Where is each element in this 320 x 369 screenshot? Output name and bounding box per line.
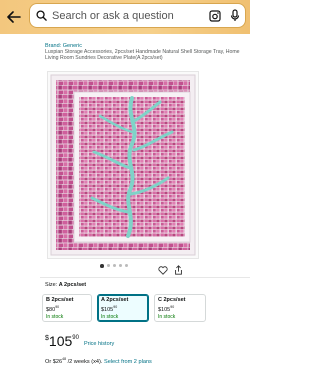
option-stock: In stock [101,313,119,320]
price-history-link[interactable]: Price history [84,341,114,347]
installment-offer: Or $2648 /2 weeks (x4). Select from 2 pl… [45,357,152,365]
carousel-dot[interactable] [100,264,104,268]
carousel-dot[interactable] [124,264,128,267]
product-price: $ 105 90 Price history [45,334,114,348]
size-options: B 2pcs/set $8090 In stock A 2pcs/set $10… [42,294,250,324]
carousel-dot[interactable] [112,264,116,267]
top-bar: Search or ask a question [0,0,250,34]
installment-amount: $2648 [52,357,67,365]
option-price: $10590 [101,305,118,313]
option-price: $8090 [46,305,60,313]
price-whole: 105 [48,333,73,349]
option-name: C 2pcs/set [158,297,186,303]
carousel-dot[interactable] [118,264,122,267]
carousel-dots[interactable] [100,264,128,268]
size-option-a[interactable]: A 2pcs/set $10590 In stock [97,294,149,322]
back-button[interactable] [0,0,28,34]
divider [40,277,250,278]
size-option-b[interactable]: B 2pcs/set $8090 In stock [42,294,92,322]
product-image[interactable] [47,71,199,259]
carousel-dot[interactable] [106,264,110,267]
size-value: A 2pcs/set [58,282,87,288]
option-stock: In stock [46,313,64,320]
top-subline [43,34,250,41]
option-price: $10590 [158,305,175,313]
tray-image [50,74,196,256]
camera-lens-icon[interactable] [205,9,225,22]
search-placeholder: Search or ask a question [52,9,174,22]
option-stock: In stock [158,313,176,320]
search-input[interactable]: Search or ask a question [29,3,246,28]
price-fraction: 90 [72,335,79,341]
product-title: Luxpian Storage Accessories, 2pcs/set Ha… [45,49,240,62]
size-selection: Size: A 2pcs/set [45,282,86,288]
microphone-icon[interactable] [225,9,245,22]
select-plans-link[interactable]: Select from 2 plans [104,359,152,365]
size-option-c[interactable]: C 2pcs/set $10590 In stock [154,294,206,322]
option-name: B 2pcs/set [46,297,74,303]
option-name: A 2pcs/set [101,297,129,303]
search-icon [30,10,52,21]
size-label: Size: [45,282,58,288]
back-arrow-icon [7,11,21,23]
